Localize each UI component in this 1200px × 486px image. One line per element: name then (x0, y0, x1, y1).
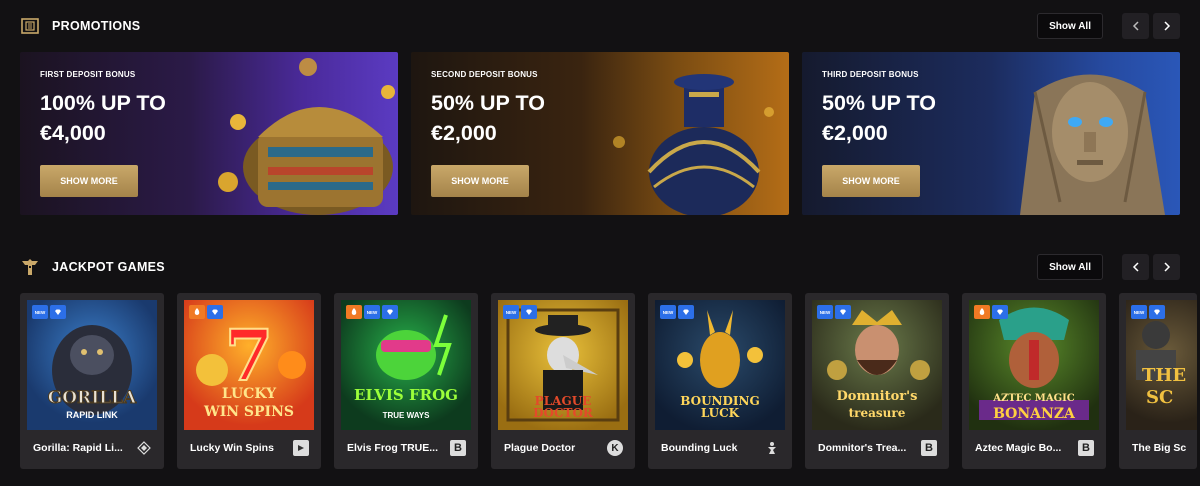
game-title: Aztec Magic Bo... (975, 442, 1062, 454)
jackpot-next-button[interactable] (1153, 254, 1180, 280)
game-card-elvis-frog[interactable]: ELVIS FROG TRUE WAYS NEW Elvis Frog TRUE… (334, 293, 478, 469)
promotions-title: PROMOTIONS (52, 19, 141, 33)
game-thumbnail: THE SC NEW (1126, 300, 1197, 430)
new-badge: NEW (32, 305, 48, 319)
promo-card-second-deposit[interactable]: SECOND DEPOSIT BONUS 50% UP TO €2,000 SH… (411, 52, 789, 215)
promo-label: THIRD DEPOSIT BONUS (822, 70, 919, 79)
b-provider-icon: B (450, 440, 466, 456)
jackpot-header: JACKPOT GAMES Show All (20, 254, 1180, 280)
diamond-icon (992, 305, 1008, 319)
new-badge: NEW (1131, 305, 1147, 319)
diamond-icon (521, 305, 537, 319)
game-thumbnail: BOUNDING LUCK NEW (655, 300, 785, 430)
chevron-left-icon (1132, 262, 1139, 272)
promotions-carousel: FIRST DEPOSIT BONUS 100% UP TO €4,000 SH… (20, 52, 1180, 215)
new-badge: NEW (817, 305, 833, 319)
game-thumbnail: AZTEC MAGIC BONANZA (969, 300, 1099, 430)
totem-icon (20, 257, 40, 277)
game-card-plague-doctor[interactable]: PLAGUE DOCTOR NEW Plague Doctor K (491, 293, 635, 469)
spinner-provider-icon (293, 440, 309, 456)
jackpot-show-all-button[interactable]: Show All (1037, 254, 1103, 280)
game-title: The Big Sc (1132, 442, 1187, 454)
scroll-icon (20, 16, 40, 36)
promotions-header: PROMOTIONS Show All (20, 13, 1180, 39)
game-title: Plague Doctor (504, 442, 576, 454)
hot-badge (189, 305, 205, 319)
show-more-button[interactable]: SHOW MORE (431, 165, 529, 197)
chevron-right-icon (1163, 262, 1170, 272)
game-title: Domnitor's Trea... (818, 442, 907, 454)
diamond-icon (678, 305, 694, 319)
game-title: Lucky Win Spins (190, 442, 274, 454)
game-card-the-big-score[interactable]: THE SC NEW The Big Sc (1119, 293, 1197, 469)
game-card-domnitors-treasure[interactable]: Domnitor's treasure NEW Domnitor's Trea.… (805, 293, 949, 469)
jackpot-games-carousel: GORILLA RAPID LINK NEW Gorilla: Rapid Li… (20, 293, 1197, 469)
game-thumbnail: PLAGUE DOCTOR NEW (498, 300, 628, 430)
promo-label: SECOND DEPOSIT BONUS (431, 70, 538, 79)
promotions-prev-button[interactable] (1122, 13, 1149, 39)
hot-badge (346, 305, 362, 319)
promo-label: FIRST DEPOSIT BONUS (40, 70, 136, 79)
game-title: Gorilla: Rapid Li... (33, 442, 123, 454)
game-thumbnail: ELVIS FROG TRUE WAYS NEW (341, 300, 471, 430)
promo-card-first-deposit[interactable]: FIRST DEPOSIT BONUS 100% UP TO €4,000 SH… (20, 52, 398, 215)
game-title: Elvis Frog TRUE... (347, 442, 439, 454)
jackpot-title: JACKPOT GAMES (52, 260, 165, 274)
game-thumbnail: GORILLA RAPID LINK NEW (27, 300, 157, 430)
diamond-icon (50, 305, 66, 319)
diamond-icon (1149, 305, 1165, 319)
game-card-lucky-win-spins[interactable]: 7 LUCKY WIN SPINS Lucky Win Spins (177, 293, 321, 469)
show-more-button[interactable]: SHOW MORE (40, 165, 138, 197)
game-thumbnail: Domnitor's treasure NEW (812, 300, 942, 430)
promo-amount: 50% UP TO €2,000 (822, 91, 936, 145)
promotions-next-button[interactable] (1153, 13, 1180, 39)
new-badge: NEW (503, 305, 519, 319)
b-provider-icon: B (921, 440, 937, 456)
game-card-bounding-luck[interactable]: BOUNDING LUCK NEW Bounding Luck (648, 293, 792, 469)
game-card-aztec-magic-bonanza[interactable]: AZTEC MAGIC BONANZA Aztec Magic Bo... B (962, 293, 1106, 469)
promotions-show-all-button[interactable]: Show All (1037, 13, 1103, 39)
game-thumbnail: 7 LUCKY WIN SPINS (184, 300, 314, 430)
game-card-gorilla[interactable]: GORILLA RAPID LINK NEW Gorilla: Rapid Li… (20, 293, 164, 469)
jackpot-prev-button[interactable] (1122, 254, 1149, 280)
new-badge: NEW (364, 305, 380, 319)
promo-card-third-deposit[interactable]: THIRD DEPOSIT BONUS 50% UP TO €2,000 SHO… (802, 52, 1180, 215)
promo-amount: 100% UP TO €4,000 (40, 91, 166, 145)
diamond-icon (382, 305, 398, 319)
svg-text:7: 7 (225, 314, 274, 397)
diamond-provider-icon (136, 440, 152, 456)
chevron-right-icon (1163, 21, 1170, 31)
promo-amount: 50% UP TO €2,000 (431, 91, 545, 145)
figure-provider-icon (764, 440, 780, 456)
show-more-button[interactable]: SHOW MORE (822, 165, 920, 197)
b-provider-icon: B (1078, 440, 1094, 456)
new-badge: NEW (660, 305, 676, 319)
game-title: Bounding Luck (661, 442, 738, 454)
diamond-icon (207, 305, 223, 319)
diamond-icon (835, 305, 851, 319)
k-provider-icon: K (607, 440, 623, 456)
hot-badge (974, 305, 990, 319)
chevron-left-icon (1132, 21, 1139, 31)
